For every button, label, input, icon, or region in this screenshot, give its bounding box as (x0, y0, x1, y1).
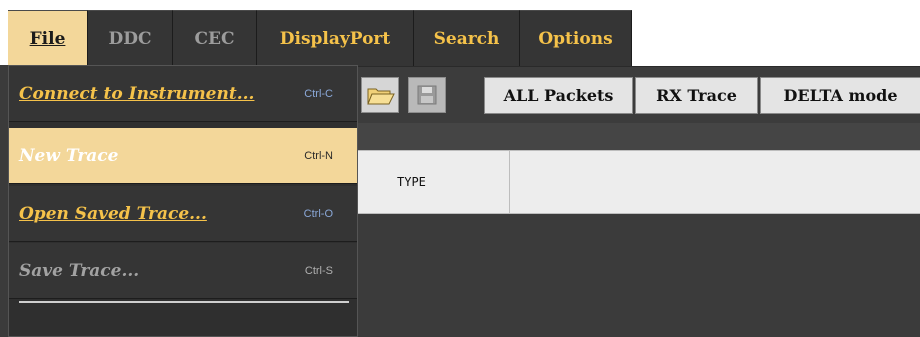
menu-options[interactable]: Options (520, 10, 632, 66)
menu-displayport-label: DisplayPort (279, 28, 391, 49)
menu-item-new-trace-shortcut: Ctrl-N (304, 149, 333, 162)
menu-cec[interactable]: CEC (173, 10, 257, 66)
trace-grid-header: TYPE (357, 150, 920, 214)
column-header-type[interactable]: TYPE (357, 151, 510, 213)
floppy-save-icon (417, 85, 437, 105)
menu-ddc[interactable]: DDC (88, 10, 173, 66)
menu-item-new-trace[interactable]: New Trace Ctrl-N (9, 128, 357, 184)
menu-item-open-saved-trace[interactable]: Open Saved Trace... Ctrl-O (9, 186, 357, 242)
menu-item-connect-instrument-shortcut: Ctrl-C (304, 87, 333, 100)
all-packets-button[interactable]: ALL Packets (484, 77, 633, 114)
toolbar-substrip (357, 123, 920, 150)
menu-options-label: Options (538, 28, 613, 49)
all-packets-label: ALL Packets (503, 86, 614, 105)
file-menu-dropdown: Connect to Instrument... Ctrl-C New Trac… (8, 65, 358, 337)
rx-trace-button[interactable]: RX Trace (635, 77, 758, 114)
rx-trace-label: RX Trace (656, 86, 737, 105)
menu-displayport[interactable]: DisplayPort (257, 10, 414, 66)
menu-file-label: File (29, 28, 66, 49)
menu-search-label: Search (433, 28, 500, 49)
menu-file[interactable]: File (8, 10, 88, 66)
save-trace-button[interactable] (408, 77, 446, 113)
menu-separator (19, 301, 349, 303)
menu-ddc-label: DDC (108, 28, 152, 49)
menu-item-connect-instrument-label: Connect to Instrument... (19, 83, 255, 104)
delta-mode-button[interactable]: DELTA mode (760, 77, 920, 114)
menu-bar-fill (632, 10, 920, 66)
toolbar: ALL Packets RX Trace DELTA mode (357, 66, 920, 124)
menu-item-save-trace[interactable]: Save Trace... Ctrl-S (9, 243, 357, 299)
menu-item-save-trace-shortcut: Ctrl-S (304, 264, 333, 277)
app-window: File DDC CEC DisplayPort Search Options (0, 0, 920, 337)
menu-item-open-saved-trace-shortcut: Ctrl-O (303, 207, 333, 220)
menu-cec-label: CEC (194, 28, 235, 49)
menu-search[interactable]: Search (414, 10, 520, 66)
column-header-type-label: TYPE (397, 175, 426, 189)
menu-item-new-trace-label: New Trace (19, 145, 119, 166)
menu-item-open-saved-trace-label: Open Saved Trace... (19, 203, 207, 224)
menu-item-connect-instrument[interactable]: Connect to Instrument... Ctrl-C (9, 66, 357, 122)
delta-mode-label: DELTA mode (783, 86, 898, 105)
menu-bar: File DDC CEC DisplayPort Search Options (0, 0, 920, 66)
open-trace-button[interactable] (361, 77, 399, 113)
folder-open-icon (367, 88, 395, 105)
menu-item-save-trace-label: Save Trace... (19, 260, 140, 281)
